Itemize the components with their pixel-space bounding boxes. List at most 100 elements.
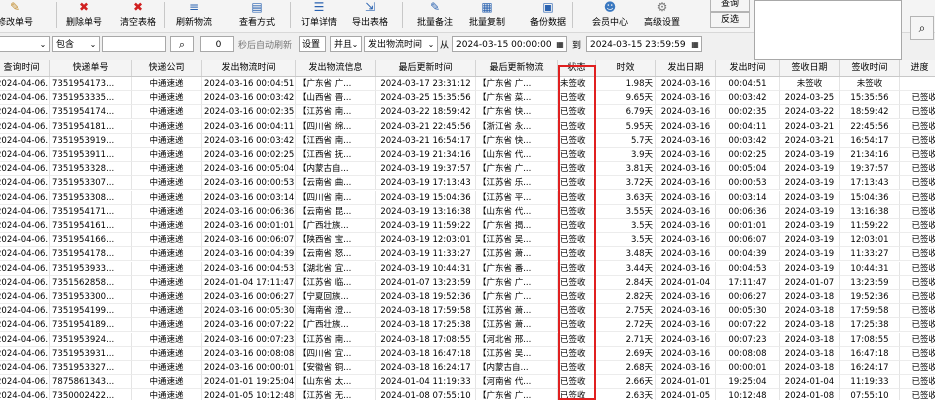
table-row[interactable]: 2024-04-06...7351953924...中通速递2024-03-16… [0, 332, 935, 347]
search-icon[interactable]: ⌕ [170, 36, 194, 52]
table-cell [900, 77, 935, 91]
table-cell: 已签收 [558, 190, 596, 205]
table-row[interactable]: 2024-04-06...7351953931...中通速递2024-03-16… [0, 346, 935, 361]
toolbar-button-7[interactable]: ⇲ 导出表格 [346, 0, 394, 30]
table-row[interactable]: 2024-04-06...7351953308...中通速递2024-03-16… [0, 190, 935, 205]
query-button[interactable]: 查询 [710, 0, 750, 12]
table-row[interactable]: 2024-04-06...7351954161...中通速递2024-03-16… [0, 219, 935, 233]
table-cell: 【广东省 广... [476, 275, 558, 290]
toolbar-button-label: 清空表格 [119, 18, 156, 28]
table-cell: 2024-03-16 [656, 219, 716, 233]
table-cell: 2024-04-06... [0, 290, 50, 304]
calendar-icon[interactable]: ▦ [689, 37, 701, 51]
table-row[interactable]: 2024-04-06...7350002422...中通速递2024-01-05… [0, 389, 935, 400]
column-header[interactable]: 最后更新时间 [376, 60, 476, 76]
table-row[interactable]: 2024-04-06...7351953919...中通速递2024-03-16… [0, 133, 935, 148]
condition-select[interactable]: 包含 ⌄ [52, 36, 100, 52]
toolbar-button-8[interactable]: ✎ 批量备注 [410, 0, 460, 30]
column-header[interactable]: 时效 [596, 60, 656, 76]
toolbar-icon: ✖ [78, 0, 90, 14]
column-header[interactable]: 签收日期 [780, 60, 840, 76]
table-cell: 2024-03-16 00:04:39 [202, 247, 296, 262]
table-cell: 【江西省 南... [296, 133, 376, 148]
calendar-icon[interactable]: ▦ [554, 37, 566, 51]
table-cell: 中通速递 [132, 233, 202, 248]
table-cell: 已签收 [900, 262, 935, 276]
table-row[interactable]: 2024-04-06...7351953911...中通速递2024-03-16… [0, 148, 935, 162]
table-row[interactable]: 2024-04-06...7351953328...中通速递2024-03-16… [0, 162, 935, 177]
table-row[interactable]: 2024-04-06...7351954189...中通速递2024-03-16… [0, 318, 935, 333]
table-cell: 19:52:36 [840, 290, 900, 304]
date-from-picker[interactable]: 2024-03-15 00:00:00 ▦ [452, 36, 567, 52]
toolbar-button-11[interactable]: ☻ 会员中心 [584, 0, 636, 30]
right-panel: 查询 反选 ⌕ [707, 0, 935, 66]
table-cell: 【广西壮族... [296, 219, 376, 233]
column-header[interactable]: 进度 [900, 60, 935, 76]
table-row[interactable]: 2024-04-06...7351953933...中通速递2024-03-16… [0, 261, 935, 276]
column-header[interactable]: 状态 [558, 60, 596, 76]
table-cell: 00:04:53 [716, 261, 780, 276]
table-cell: 00:06:07 [716, 233, 780, 248]
table-row[interactable]: 2024-04-06...7351953307...中通速递2024-03-16… [0, 176, 935, 191]
table-row[interactable]: 2024-04-06...7351954181...中通速递2024-03-16… [0, 119, 935, 134]
table-row[interactable]: 2024-04-06...7351953300...中通速递2024-03-16… [0, 290, 935, 304]
toolbar-button-10[interactable]: ▣ 备份数据 [524, 0, 572, 30]
date-field-select[interactable]: 发出物流时间 ⌄ [364, 36, 438, 52]
toolbar-button-6[interactable]: ☰ 订单详情 [296, 0, 342, 30]
table-row[interactable]: 2024-04-06...7351953335...中通速递2024-03-16… [0, 91, 935, 106]
toolbar-button-5[interactable]: ▤ 查看方式 [234, 0, 280, 30]
table-cell: 【山东省 太... [296, 375, 376, 390]
table-row[interactable]: 2024-04-06...7351954171...中通速递2024-03-16… [0, 204, 935, 219]
table-row[interactable]: 2024-04-06...7351954174...中通速递2024-03-16… [0, 105, 935, 120]
logic-select[interactable]: 并且 ⌄ [330, 36, 362, 52]
column-header[interactable]: 发出时间 [716, 60, 780, 76]
table-cell: 2024-03-19 17:13:43 [376, 176, 476, 191]
table-cell: 2024-03-16 00:03:14 [202, 190, 296, 205]
table-row[interactable]: 2024-04-06...7351954173...中通速递2024-03-16… [0, 77, 935, 91]
table-cell: 3.63天 [596, 190, 656, 205]
column-header[interactable]: 发出日期 [656, 60, 716, 76]
column-header[interactable]: 快递单号 [50, 60, 132, 76]
toolbar-button-4[interactable]: ≡ 刷新物流 [170, 0, 218, 30]
column-header[interactable]: 查询时间 [0, 60, 50, 76]
toolbar-icon: ☻ [603, 0, 617, 14]
toolbar-button-3[interactable]: ✖ 清空表格 [112, 0, 164, 30]
toolbar-button-2[interactable]: ✖ 删除单号 [58, 0, 110, 30]
column-header[interactable]: 快递公司 [132, 60, 202, 76]
table-cell: 7351954161... [50, 219, 132, 233]
to-label: 到 [572, 41, 582, 51]
table-cell: 【江苏省 乐... [476, 176, 558, 191]
table-cell: 2.72天 [596, 318, 656, 333]
tracking-number-input-area[interactable] [754, 0, 902, 60]
table-cell: 2024-03-16 00:02:35 [202, 105, 296, 120]
column-header[interactable]: 最后更新物流 [476, 60, 558, 76]
table-row[interactable]: 2024-04-06...7351954178...中通速递2024-03-16… [0, 247, 935, 262]
keyword-input[interactable] [102, 36, 166, 52]
invert-select-button[interactable]: 反选 [710, 12, 750, 28]
date-to-picker[interactable]: 2024-03-15 23:59:59 ▦ [586, 36, 702, 52]
table-cell: 中通速递 [132, 162, 202, 177]
table-cell: 【云南省 曲... [296, 176, 376, 191]
magnifier-icon[interactable]: ⌕ [910, 16, 934, 40]
table-cell: 00:01:01 [716, 219, 780, 233]
table-row[interactable]: 2024-04-06...7875861343...中通速递2024-01-01… [0, 375, 935, 390]
table-cell: 2024-04-06... [0, 375, 50, 390]
table-row[interactable]: 2024-04-06...7351562858...中通速递2024-01-04… [0, 275, 935, 290]
toolbar-button-9[interactable]: ▦ 批量复制 [460, 0, 514, 30]
table-cell: 00:03:14 [716, 190, 780, 205]
column-header[interactable]: 发出物流信息 [296, 60, 376, 76]
table-cell: 17:11:47 [716, 275, 780, 290]
table-cell: 已签收 [558, 162, 596, 177]
column-header[interactable]: 发出物流时间 [202, 60, 296, 76]
field-select[interactable]: ⌄ [0, 36, 50, 52]
toolbar-button-12[interactable]: ⚙ 高级设置 [638, 0, 686, 30]
refresh-seconds-input[interactable]: 0 [200, 36, 234, 52]
table-row[interactable]: 2024-04-06...7351954199...中通速递2024-03-16… [0, 304, 935, 319]
column-header[interactable]: 签收时间 [840, 60, 900, 76]
table-cell: 【浙江省 永... [476, 119, 558, 134]
table-row[interactable]: 2024-04-06...7351953327...中通速递2024-03-16… [0, 361, 935, 375]
table-cell: 2024-03-19 [780, 219, 840, 233]
table-row[interactable]: 2024-04-06...7351954166...中通速递2024-03-16… [0, 233, 935, 248]
toolbar-button-1[interactable]: ✎ 修改单号 [0, 0, 36, 30]
settings-button[interactable]: 设置 [299, 36, 326, 52]
